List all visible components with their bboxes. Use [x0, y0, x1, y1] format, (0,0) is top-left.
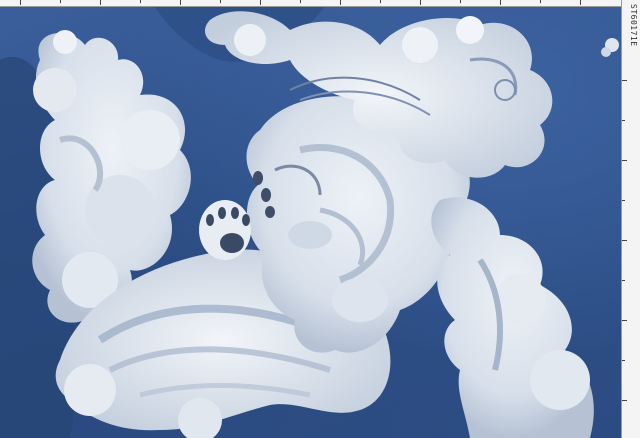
- paw-print-icon: [199, 200, 251, 260]
- right-ruler: ST60171E: [621, 0, 640, 438]
- cloud-painting: [0, 0, 619, 438]
- ruler-code-label: ST60171E: [629, 4, 638, 47]
- right-cloud-mass: [431, 197, 594, 438]
- top-ruler: [0, 0, 640, 7]
- painting-canvas: ST60171E: [0, 0, 640, 438]
